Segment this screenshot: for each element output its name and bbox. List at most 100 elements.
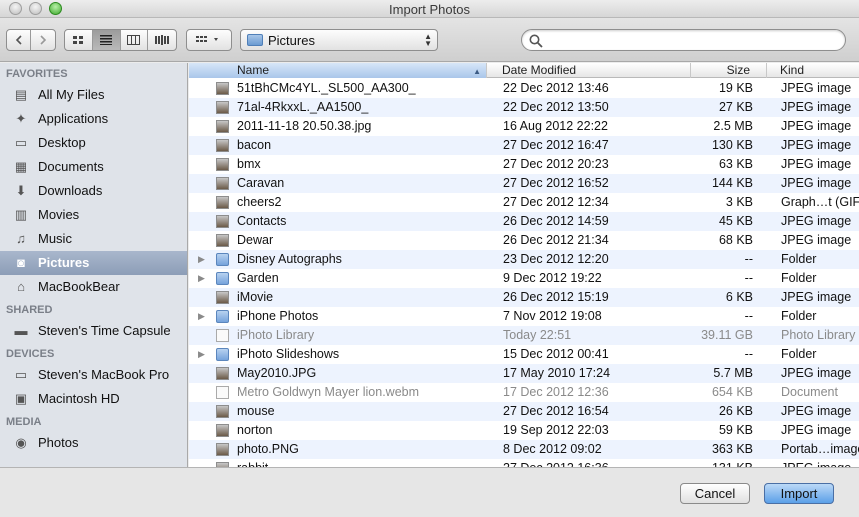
file-date: Today 22:51 — [503, 328, 572, 342]
table-row[interactable]: ▶ Disney Autographs 23 Dec 2012 12:20 -- Fol… — [189, 250, 859, 269]
table-row[interactable]: May2010.JPG 17 May 2010 17:24 5.7 MB JPEG i… — [189, 364, 859, 383]
movies-icon: ▥ — [14, 207, 28, 222]
desktop-icon: ▭ — [14, 135, 28, 150]
sidebar-item-documents[interactable]: ▦ Documents — [0, 155, 187, 179]
file-name: norton — [237, 423, 273, 437]
table-row[interactable]: 2011-11-18 20.50.38.jpg 16 Aug 2012 22:22… — [189, 117, 859, 136]
search-icon — [529, 34, 543, 48]
file-kind: Folder — [781, 309, 817, 323]
list-view-icon — [100, 35, 113, 45]
file-list-header: Name ▲ Date Modified Size Kind — [189, 63, 859, 78]
file-date: 27 Dec 2012 16:47 — [503, 138, 609, 152]
file-name: iMovie — [237, 290, 274, 304]
column-header-name[interactable]: Name ▲ — [189, 63, 487, 78]
arrange-menu-button[interactable] — [186, 29, 232, 51]
all-files-icon: ▤ — [14, 87, 28, 102]
column-header-kind[interactable]: Kind — [775, 63, 859, 78]
table-row[interactable]: bacon 27 Dec 2012 16:47 130 KB JPEG image — [189, 136, 859, 155]
file-name: May2010.JPG — [237, 366, 317, 380]
file-date: 23 Dec 2012 12:20 — [503, 252, 609, 266]
location-label: Pictures — [268, 32, 315, 48]
disclosure-triangle-icon[interactable]: ▶ — [198, 250, 210, 269]
coverflow-view-button[interactable] — [148, 30, 176, 50]
table-row[interactable]: iMovie 26 Dec 2012 15:19 6 KB JPEG image — [189, 288, 859, 307]
sort-ascending-icon: ▲ — [473, 67, 481, 76]
image-file-icon — [216, 139, 229, 152]
sidebar-item-macbook-pro[interactable]: ▭ Steven's MacBook Pro — [0, 363, 187, 387]
sidebar-item-all-my-files[interactable]: ▤ All My Files — [0, 83, 187, 107]
file-size: 5.7 MB — [713, 366, 753, 380]
search-input[interactable] — [548, 32, 838, 48]
search-field[interactable] — [521, 29, 846, 51]
table-row[interactable]: Contacts 26 Dec 2012 14:59 45 KB JPEG image — [189, 212, 859, 231]
image-file-icon — [216, 82, 229, 95]
table-row[interactable]: 71al-4RkxxL._AA1500_ 22 Dec 2012 13:50 27 … — [189, 98, 859, 117]
file-name: photo.PNG — [237, 442, 299, 456]
sidebar-item-downloads[interactable]: ⬇ Downloads — [0, 179, 187, 203]
import-button[interactable]: Import — [764, 483, 834, 504]
column-header-date[interactable]: Date Modified — [497, 63, 691, 78]
column-view-icon — [127, 35, 141, 45]
sidebar-item-movies[interactable]: ▥ Movies — [0, 203, 187, 227]
image-file-icon — [216, 443, 229, 456]
file-list[interactable]: Name ▲ Date Modified Size Kind 51tBhCMc4… — [189, 63, 859, 467]
location-popup[interactable]: Pictures ▲ ▼ — [240, 29, 438, 51]
file-size: 363 KB — [711, 442, 753, 456]
sidebar-item-macintosh-hd[interactable]: ▣ Macintosh HD — [0, 387, 187, 411]
applications-icon: ✦ — [15, 111, 27, 126]
disclosure-triangle-icon[interactable]: ▶ — [198, 345, 210, 364]
file-kind: JPEG image — [781, 233, 852, 247]
forward-button[interactable] — [31, 30, 55, 50]
file-size: 130 KB — [711, 138, 753, 152]
table-row[interactable]: ▶ iPhone Photos 7 Nov 2012 19:08 -- Folder — [189, 307, 859, 326]
photo-library-icon — [216, 329, 229, 342]
folder-icon — [216, 272, 229, 285]
file-kind: Graph…t (GIF) — [781, 195, 859, 209]
table-row[interactable]: bmx 27 Dec 2012 20:23 63 KB JPEG image — [189, 155, 859, 174]
downloads-icon: ⬇ — [15, 183, 27, 198]
table-row[interactable]: norton 19 Sep 2012 22:03 59 KB JPEG image — [189, 421, 859, 440]
file-size: 63 KB — [718, 157, 753, 171]
table-row[interactable]: photo.PNG 8 Dec 2012 09:02 363 KB Portab…im… — [189, 440, 859, 459]
time-capsule-icon: ▬ — [14, 323, 28, 338]
file-date: 17 Dec 2012 12:36 — [503, 385, 609, 399]
sidebar-item-music[interactable]: ♫ Music — [0, 227, 187, 251]
image-file-icon — [216, 367, 229, 380]
column-header-size[interactable]: Size — [691, 63, 767, 78]
table-row[interactable]: 51tBhCMc4YL._SL500_AA300_ 22 Dec 2012 13:… — [189, 79, 859, 98]
disclosure-triangle-icon[interactable]: ▶ — [198, 269, 210, 288]
table-row[interactable]: Caravan 27 Dec 2012 16:52 144 KB JPEG image — [189, 174, 859, 193]
file-name: Dewar — [237, 233, 274, 247]
sidebar-item-applications[interactable]: ✦ Applications — [0, 107, 187, 131]
cancel-button[interactable]: Cancel — [680, 483, 750, 504]
sidebar-item-macbookbear[interactable]: ⌂ MacBookBear — [0, 275, 187, 299]
table-row[interactable]: cheers2 27 Dec 2012 12:34 3 KB Graph…t (GIF… — [189, 193, 859, 212]
table-row[interactable]: ▶ iPhoto Slideshows 15 Dec 2012 00:41 -- Fol… — [189, 345, 859, 364]
table-row: Metro Goldwyn Mayer lion.webm 17 Dec 2012… — [189, 383, 859, 402]
image-file-icon — [216, 215, 229, 228]
file-size: 6 KB — [725, 290, 753, 304]
file-name: 51tBhCMc4YL._SL500_AA300_ — [237, 81, 416, 95]
table-row[interactable]: Dewar 26 Dec 2012 21:34 68 KB JPEG image — [189, 231, 859, 250]
sidebar-item-photos[interactable]: ◉ Photos — [0, 431, 187, 455]
column-view-button[interactable] — [121, 30, 149, 50]
disclosure-triangle-icon[interactable]: ▶ — [198, 307, 210, 326]
file-name: bmx — [237, 157, 261, 171]
file-date: 27 Dec 2012 12:34 — [503, 195, 609, 209]
file-rows: 51tBhCMc4YL._SL500_AA300_ 22 Dec 2012 13:… — [189, 79, 859, 467]
table-row[interactable]: ▶ Garden 9 Dec 2012 19:22 -- Folder — [189, 269, 859, 288]
file-date: 8 Dec 2012 09:02 — [503, 442, 602, 456]
table-row[interactable]: mouse 27 Dec 2012 16:54 26 KB JPEG image — [189, 402, 859, 421]
sidebar-item-time-capsule[interactable]: ▬ Steven's Time Capsule — [0, 319, 187, 343]
table-row[interactable]: rabbit 27 Dec 2012 16:36131 KB JPEG image — [189, 459, 859, 467]
file-size: 2.5 MB — [713, 119, 753, 133]
sidebar-item-desktop[interactable]: ▭ Desktop — [0, 131, 187, 155]
import-photos-dialog: Import Photos Pictures ▲ ▼ FAVORITES ▤ A… — [0, 0, 859, 517]
file-name: cheers2 — [237, 195, 282, 209]
file-kind: Folder — [781, 347, 817, 361]
file-date: 7 Nov 2012 19:08 — [503, 309, 602, 323]
list-view-button[interactable] — [92, 30, 121, 50]
icon-view-button[interactable] — [65, 30, 93, 50]
sidebar-item-pictures[interactable]: ◙ Pictures — [0, 251, 187, 275]
back-button[interactable] — [7, 30, 31, 50]
